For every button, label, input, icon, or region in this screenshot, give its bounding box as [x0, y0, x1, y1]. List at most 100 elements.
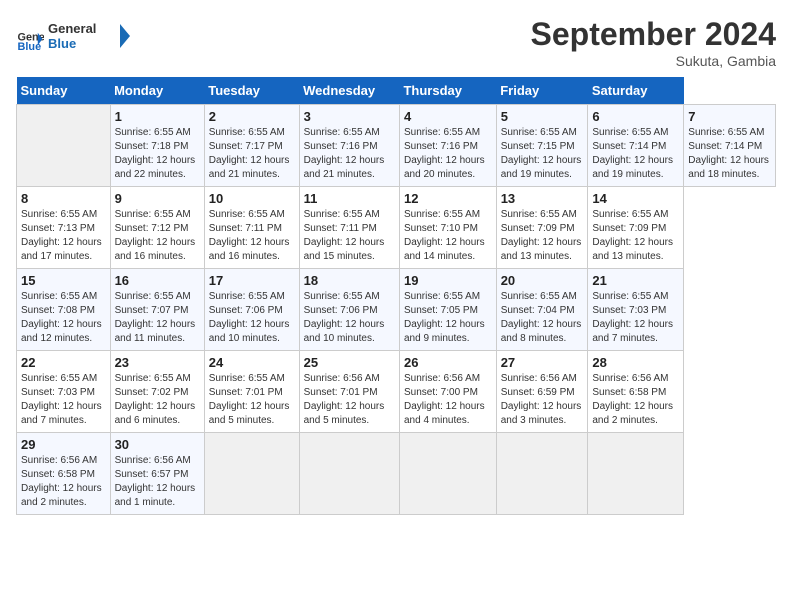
day-detail: Sunrise: 6:55 AM Sunset: 7:14 PM Dayligh…: [592, 126, 679, 182]
col-header-tuesday: Tuesday: [204, 77, 299, 105]
day-number: 21: [592, 273, 679, 288]
day-detail: Sunrise: 6:55 AM Sunset: 7:03 PM Dayligh…: [21, 372, 106, 428]
day-detail: Sunrise: 6:56 AM Sunset: 6:57 PM Dayligh…: [115, 454, 200, 510]
week-row-4: 22Sunrise: 6:55 AM Sunset: 7:03 PM Dayli…: [17, 351, 776, 433]
day-number: 28: [592, 355, 679, 370]
day-cell: [588, 433, 684, 515]
day-detail: Sunrise: 6:55 AM Sunset: 7:07 PM Dayligh…: [115, 290, 200, 346]
svg-text:General: General: [48, 21, 96, 36]
day-cell: 10 Sunrise: 6:55 AM Sunset: 7:11 PM Dayli…: [204, 187, 299, 269]
day-detail: Sunrise: 6:55 AM Sunset: 7:17 PM Dayligh…: [209, 126, 295, 182]
day-cell: [299, 433, 399, 515]
day-detail: Sunrise: 6:55 AM Sunset: 7:18 PM Dayligh…: [115, 126, 200, 182]
day-detail: Sunrise: 6:55 AM Sunset: 7:09 PM Dayligh…: [592, 208, 679, 264]
logo-icon: General Blue: [16, 25, 44, 53]
col-header-saturday: Saturday: [588, 77, 684, 105]
day-cell: 11 Sunrise: 6:55 AM Sunset: 7:11 PM Dayli…: [299, 187, 399, 269]
week-row-2: 8Sunrise: 6:55 AM Sunset: 7:13 PM Daylig…: [17, 187, 776, 269]
col-header-thursday: Thursday: [399, 77, 496, 105]
day-cell: 12 Sunrise: 6:55 AM Sunset: 7:10 PM Dayli…: [399, 187, 496, 269]
day-detail: Sunrise: 6:55 AM Sunset: 7:16 PM Dayligh…: [404, 126, 492, 182]
day-number: 2: [209, 109, 295, 124]
day-detail: Sunrise: 6:55 AM Sunset: 7:14 PM Dayligh…: [688, 126, 771, 182]
day-number: 27: [501, 355, 584, 370]
svg-text:Blue: Blue: [48, 36, 76, 51]
day-detail: Sunrise: 6:56 AM Sunset: 7:00 PM Dayligh…: [404, 372, 492, 428]
day-number: 13: [501, 191, 584, 206]
day-number: 3: [304, 109, 395, 124]
day-number: 19: [404, 273, 492, 288]
col-header-wednesday: Wednesday: [299, 77, 399, 105]
day-cell: 28Sunrise: 6:56 AM Sunset: 6:58 PM Dayli…: [588, 351, 684, 433]
day-detail: Sunrise: 6:55 AM Sunset: 7:05 PM Dayligh…: [404, 290, 492, 346]
day-cell: 29Sunrise: 6:56 AM Sunset: 6:58 PM Dayli…: [17, 433, 111, 515]
day-detail: Sunrise: 6:55 AM Sunset: 7:01 PM Dayligh…: [209, 372, 295, 428]
day-detail: Sunrise: 6:55 AM Sunset: 7:06 PM Dayligh…: [304, 290, 395, 346]
calendar-table: SundayMondayTuesdayWednesdayThursdayFrid…: [16, 77, 776, 515]
day-cell: 30 Sunrise: 6:56 AM Sunset: 6:57 PM Dayli…: [110, 433, 204, 515]
day-cell: 5Sunrise: 6:55 AM Sunset: 7:15 PM Daylig…: [496, 105, 588, 187]
day-cell: 14 Sunrise: 6:55 AM Sunset: 7:09 PM Dayli…: [588, 187, 684, 269]
logo-text: General Blue: [48, 16, 138, 61]
day-detail: Sunrise: 6:55 AM Sunset: 7:13 PM Dayligh…: [21, 208, 106, 264]
day-detail: Sunrise: 6:55 AM Sunset: 7:10 PM Dayligh…: [404, 208, 492, 264]
day-cell: 19 Sunrise: 6:55 AM Sunset: 7:05 PM Dayli…: [399, 269, 496, 351]
col-header-friday: Friday: [496, 77, 588, 105]
day-cell: 27 Sunrise: 6:56 AM Sunset: 6:59 PM Dayli…: [496, 351, 588, 433]
day-cell: 21 Sunrise: 6:55 AM Sunset: 7:03 PM Dayli…: [588, 269, 684, 351]
header-row: SundayMondayTuesdayWednesdayThursdayFrid…: [17, 77, 776, 105]
day-cell: 18Sunrise: 6:55 AM Sunset: 7:06 PM Dayli…: [299, 269, 399, 351]
day-number: 14: [592, 191, 679, 206]
day-number: 30: [115, 437, 200, 452]
day-cell: 1 Sunrise: 6:55 AM Sunset: 7:18 PM Daylig…: [110, 105, 204, 187]
day-detail: Sunrise: 6:55 AM Sunset: 7:16 PM Dayligh…: [304, 126, 395, 182]
day-cell: [17, 105, 111, 187]
week-row-3: 15Sunrise: 6:55 AM Sunset: 7:08 PM Dayli…: [17, 269, 776, 351]
day-cell: 22Sunrise: 6:55 AM Sunset: 7:03 PM Dayli…: [17, 351, 111, 433]
location: Sukuta, Gambia: [531, 53, 776, 69]
day-cell: 24 Sunrise: 6:55 AM Sunset: 7:01 PM Dayli…: [204, 351, 299, 433]
day-cell: 8Sunrise: 6:55 AM Sunset: 7:13 PM Daylig…: [17, 187, 111, 269]
day-detail: Sunrise: 6:55 AM Sunset: 7:11 PM Dayligh…: [304, 208, 395, 264]
day-number: 11: [304, 191, 395, 206]
day-cell: 2 Sunrise: 6:55 AM Sunset: 7:17 PM Daylig…: [204, 105, 299, 187]
day-number: 23: [115, 355, 200, 370]
day-cell: 9 Sunrise: 6:55 AM Sunset: 7:12 PM Daylig…: [110, 187, 204, 269]
day-cell: [496, 433, 588, 515]
day-cell: 13 Sunrise: 6:55 AM Sunset: 7:09 PM Dayli…: [496, 187, 588, 269]
day-number: 20: [501, 273, 584, 288]
day-cell: 16 Sunrise: 6:55 AM Sunset: 7:07 PM Dayli…: [110, 269, 204, 351]
day-detail: Sunrise: 6:55 AM Sunset: 7:03 PM Dayligh…: [592, 290, 679, 346]
day-cell: [399, 433, 496, 515]
col-header-sunday: Sunday: [17, 77, 111, 105]
day-cell: 3 Sunrise: 6:55 AM Sunset: 7:16 PM Daylig…: [299, 105, 399, 187]
day-detail: Sunrise: 6:55 AM Sunset: 7:11 PM Dayligh…: [209, 208, 295, 264]
day-number: 25: [304, 355, 395, 370]
day-number: 29: [21, 437, 106, 452]
day-number: 1: [115, 109, 200, 124]
day-number: 12: [404, 191, 492, 206]
day-detail: Sunrise: 6:55 AM Sunset: 7:06 PM Dayligh…: [209, 290, 295, 346]
day-number: 4: [404, 109, 492, 124]
day-number: 10: [209, 191, 295, 206]
svg-text:Blue: Blue: [18, 40, 42, 52]
day-detail: Sunrise: 6:55 AM Sunset: 7:04 PM Dayligh…: [501, 290, 584, 346]
day-cell: 23 Sunrise: 6:55 AM Sunset: 7:02 PM Dayli…: [110, 351, 204, 433]
day-detail: Sunrise: 6:55 AM Sunset: 7:09 PM Dayligh…: [501, 208, 584, 264]
week-row-1: 1 Sunrise: 6:55 AM Sunset: 7:18 PM Daylig…: [17, 105, 776, 187]
day-cell: [204, 433, 299, 515]
day-cell: 20 Sunrise: 6:55 AM Sunset: 7:04 PM Dayli…: [496, 269, 588, 351]
day-detail: Sunrise: 6:55 AM Sunset: 7:12 PM Dayligh…: [115, 208, 200, 264]
week-row-5: 29Sunrise: 6:56 AM Sunset: 6:58 PM Dayli…: [17, 433, 776, 515]
day-number: 16: [115, 273, 200, 288]
title-area: September 2024 Sukuta, Gambia: [531, 16, 776, 69]
day-detail: Sunrise: 6:56 AM Sunset: 6:59 PM Dayligh…: [501, 372, 584, 428]
day-number: 15: [21, 273, 106, 288]
day-number: 17: [209, 273, 295, 288]
day-detail: Sunrise: 6:55 AM Sunset: 7:02 PM Dayligh…: [115, 372, 200, 428]
header: General Blue General Blue September 2024…: [16, 16, 776, 69]
day-number: 5: [501, 109, 584, 124]
day-number: 9: [115, 191, 200, 206]
logo: General Blue General Blue: [16, 16, 138, 61]
day-number: 24: [209, 355, 295, 370]
